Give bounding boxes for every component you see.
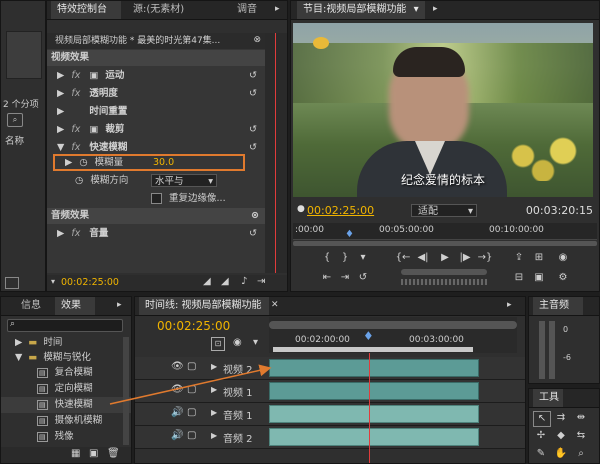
annotation-arrow	[109, 364, 272, 405]
